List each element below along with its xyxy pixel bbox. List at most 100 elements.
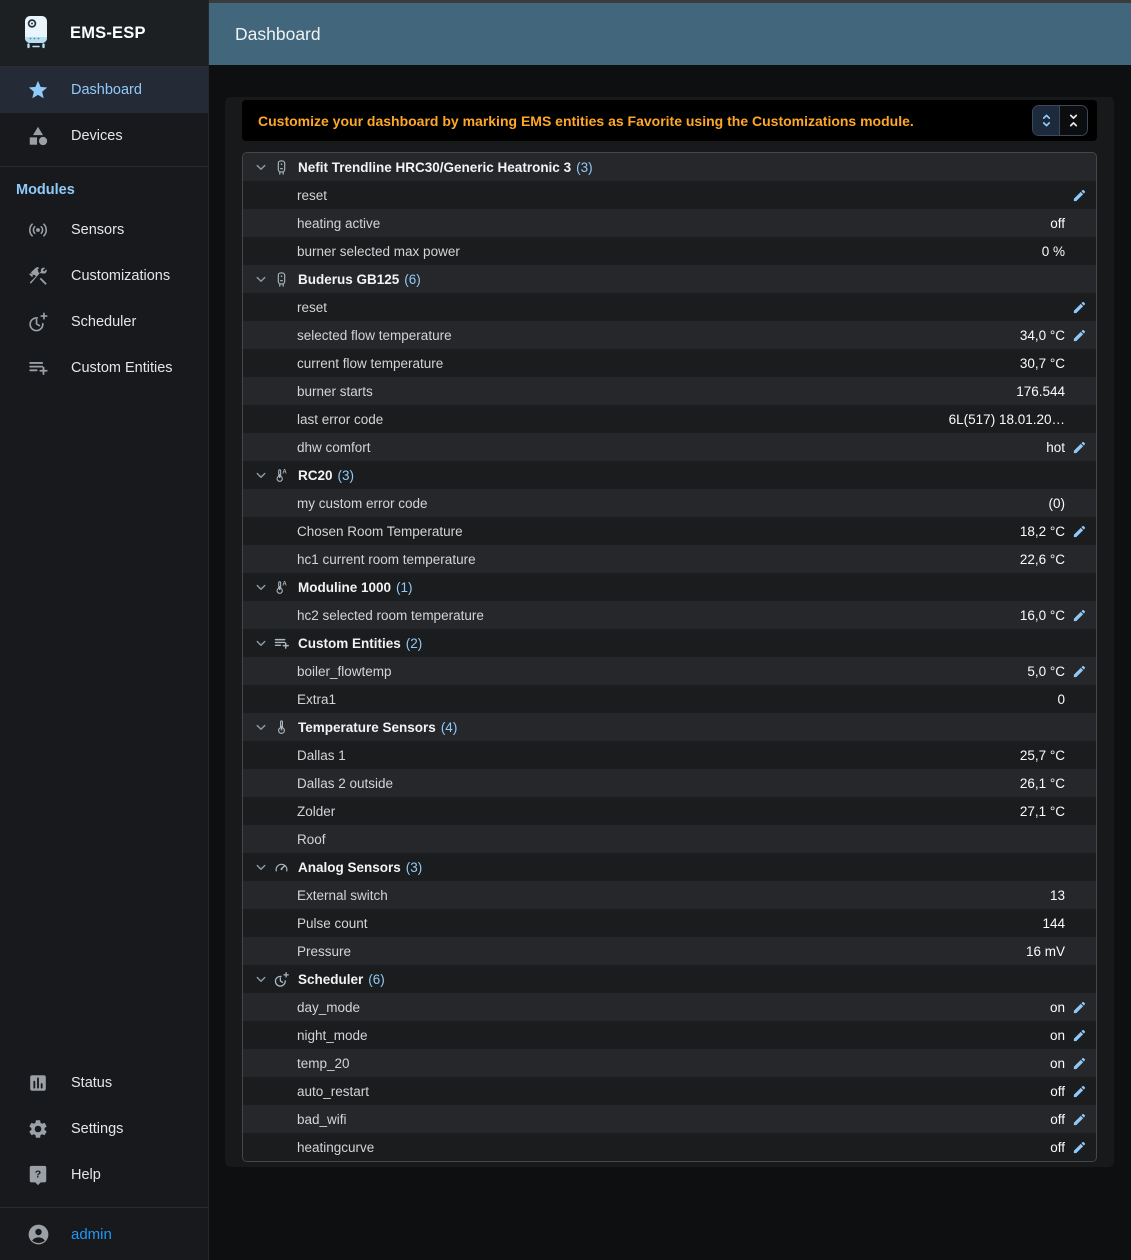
pencil-slot-empty: [1072, 748, 1087, 763]
entity-name: Dallas 1: [297, 748, 346, 763]
device-group-name: Analog Sensors: [298, 860, 401, 875]
device-group-row[interactable]: Analog Sensors (3): [243, 853, 1096, 881]
entity-row: bad_wifioff: [243, 1105, 1096, 1133]
chevron-down-icon[interactable]: [252, 466, 270, 484]
sidebar-item-label: Custom Entities: [71, 360, 173, 376]
entity-name: auto_restart: [297, 1084, 369, 1099]
device-group-row[interactable]: Scheduler(6): [243, 965, 1096, 993]
entity-name: reset: [297, 188, 327, 203]
sidebar-item-status[interactable]: Status: [0, 1060, 208, 1106]
entity-name: selected flow temperature: [297, 328, 452, 343]
entity-name: Zolder: [297, 804, 335, 819]
entity-name: Pressure: [297, 944, 351, 959]
category-icon: [27, 125, 49, 147]
sidebar-item-admin[interactable]: admin: [0, 1208, 208, 1260]
sidebar-item-devices[interactable]: Devices: [0, 113, 208, 159]
expand-collapse-button-group: [1032, 105, 1088, 136]
entity-row: reset: [243, 181, 1096, 209]
edit-entity-button[interactable]: [1072, 328, 1087, 343]
chevron-down-icon[interactable]: [252, 578, 270, 596]
chevron-down-icon[interactable]: [252, 718, 270, 736]
entity-name: Roof: [297, 832, 326, 847]
boiler-icon: [273, 271, 290, 288]
gear-icon: [27, 1118, 49, 1140]
sidebar-item-custom-entities[interactable]: Custom Entities: [0, 345, 208, 391]
sidebar-item-settings[interactable]: Settings: [0, 1106, 208, 1152]
entity-value: 26,1 °C: [1020, 776, 1065, 791]
edit-entity-button[interactable]: [1072, 1084, 1087, 1099]
collapse-all-button[interactable]: [1060, 106, 1087, 135]
unfold-less-icon: [1064, 111, 1083, 130]
edit-entity-button[interactable]: [1072, 1112, 1087, 1127]
entity-row: my custom error code(0): [243, 489, 1096, 517]
sidebar-main-nav: DashboardDevices: [0, 67, 208, 159]
unfold-more-icon: [1037, 111, 1056, 130]
entity-value: 16,0 °C: [1020, 608, 1065, 623]
device-group-row[interactable]: Custom Entities(2): [243, 629, 1096, 657]
pencil-slot-empty: [1072, 944, 1087, 959]
edit-entity-button[interactable]: [1072, 1056, 1087, 1071]
entity-value: on: [1050, 1000, 1065, 1015]
entity-name: heating active: [297, 216, 380, 231]
entity-row: burner selected max power0 %: [243, 237, 1096, 265]
edit-entity-button[interactable]: [1072, 300, 1087, 315]
page-title: Dashboard: [235, 24, 321, 45]
entity-row: Dallas 125,7 °C: [243, 741, 1096, 769]
pencil-slot-empty: [1072, 244, 1087, 259]
entity-row: Dallas 2 outside26,1 °C: [243, 769, 1096, 797]
edit-entity-button[interactable]: [1072, 524, 1087, 539]
device-group-row[interactable]: Temperature Sensors(4): [243, 713, 1096, 741]
sidebar-item-label: Customizations: [71, 268, 170, 284]
entity-value: 22,6 °C: [1020, 552, 1065, 567]
device-group-count: (2): [406, 636, 423, 651]
entity-row: hc1 current room temperature22,6 °C: [243, 545, 1096, 573]
entity-name: External switch: [297, 888, 388, 903]
device-group-row[interactable]: ARC20(3): [243, 461, 1096, 489]
entity-value: 144: [1042, 916, 1065, 931]
sidebar-item-scheduler[interactable]: Scheduler: [0, 299, 208, 345]
sidebar-item-customizations[interactable]: Customizations: [0, 253, 208, 299]
sidebar-item-help[interactable]: ?Help: [0, 1152, 208, 1198]
sidebar-item-sensors[interactable]: Sensors: [0, 207, 208, 253]
pencil-slot-empty: [1072, 916, 1087, 931]
pencil-slot-empty: [1072, 552, 1087, 567]
device-group-count: (6): [404, 272, 421, 287]
entity-name: Pulse count: [297, 916, 368, 931]
edit-entity-button[interactable]: [1072, 440, 1087, 455]
edit-entity-button[interactable]: [1072, 1000, 1087, 1015]
chevron-down-icon[interactable]: [252, 634, 270, 652]
pencil-slot-empty: [1072, 804, 1087, 819]
appbar: Dashboard: [209, 0, 1131, 65]
sidebar-item-dashboard[interactable]: Dashboard: [0, 67, 208, 113]
notice-banner: Customize your dashboard by marking EMS …: [242, 100, 1097, 141]
expand-all-button[interactable]: [1033, 106, 1060, 135]
chevron-down-icon[interactable]: [252, 270, 270, 288]
chevron-down-icon[interactable]: [252, 858, 270, 876]
entity-value: 34,0 °C: [1020, 328, 1065, 343]
edit-entity-button[interactable]: [1072, 188, 1087, 203]
device-group-row[interactable]: AModuline 1000(1): [243, 573, 1096, 601]
chevron-down-icon[interactable]: [252, 970, 270, 988]
sidebar-bottom-nav: Status Settings ?Help: [0, 1060, 208, 1198]
edit-entity-button[interactable]: [1072, 1140, 1087, 1155]
device-group-count: (3): [406, 860, 423, 875]
chevron-down-icon[interactable]: [252, 158, 270, 176]
ems-esp-logo-icon: [16, 13, 56, 53]
person-icon: [26, 1222, 51, 1247]
entity-value: hot: [1046, 440, 1065, 455]
sidebar-item-label: Settings: [71, 1121, 123, 1137]
device-group-row[interactable]: Nefit Trendline HRC30/Generic Heatronic …: [243, 153, 1096, 181]
edit-entity-button[interactable]: [1072, 608, 1087, 623]
boiler-icon: [273, 159, 290, 176]
entity-value: 13: [1050, 888, 1065, 903]
sidebar-item-label: Sensors: [71, 222, 124, 238]
device-group-row[interactable]: Buderus GB125(6): [243, 265, 1096, 293]
entity-row: External switch 13: [243, 881, 1096, 909]
thermometer-icon: [273, 719, 290, 736]
sensors-icon: [27, 219, 49, 241]
help-icon: ?: [27, 1164, 49, 1186]
edit-entity-button[interactable]: [1072, 1028, 1087, 1043]
svg-text:A: A: [282, 469, 287, 475]
modules-section-label: Modules: [0, 167, 208, 207]
edit-entity-button[interactable]: [1072, 664, 1087, 679]
